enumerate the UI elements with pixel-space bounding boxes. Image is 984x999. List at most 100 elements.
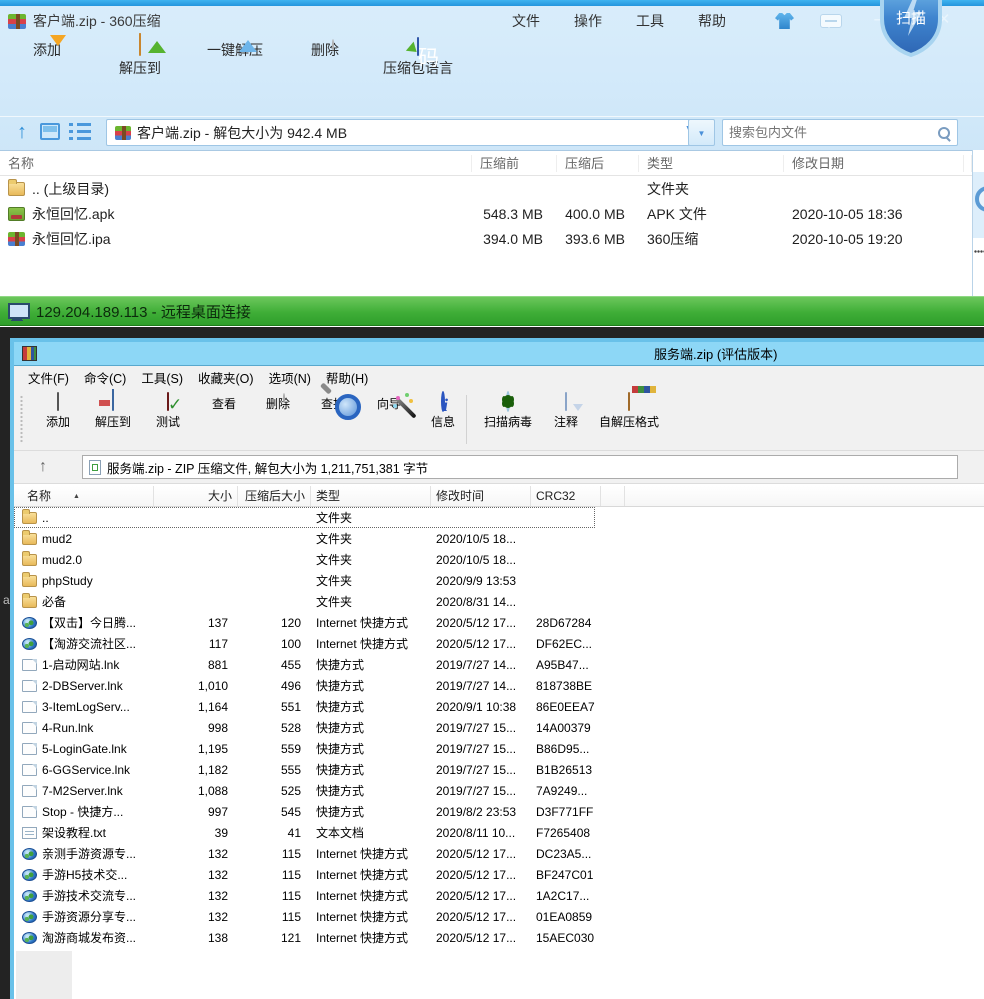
address-dropdown-button[interactable] xyxy=(688,119,715,146)
scan-shield-button[interactable]: 扫描 xyxy=(874,0,948,60)
toolbar-button[interactable]: 解压到 xyxy=(95,38,185,78)
feedback-icon[interactable] xyxy=(820,14,842,28)
winrar-window: 服务端.zip (评估版本) 文件(F) 命令(C) 工具(S) 收藏夹(O) 选项(N… xyxy=(10,338,984,999)
list-item[interactable]: 手游资源分享专... 132 115 Internet 快捷方式 2020/5/… xyxy=(14,906,984,927)
address-field[interactable]: 客户端.zip - 解包大小为 942.4 MB V xyxy=(106,119,706,146)
list-item[interactable]: 淘游商城发布资... 138 121 Internet 快捷方式 2020/5/… xyxy=(14,927,984,948)
list-item[interactable]: 手游H5技术交... 132 115 Internet 快捷方式 2020/5/… xyxy=(14,864,984,885)
column-header-type[interactable]: 类型 xyxy=(639,155,784,172)
menu-item[interactable]: 帮助 xyxy=(698,11,726,31)
file-size: 1,182 xyxy=(154,763,238,777)
list-item[interactable]: .. 文件夹 xyxy=(14,507,984,528)
file-mtime: 2020/9/9 13:53 xyxy=(431,574,531,588)
toolbar-button[interactable]: 信息 xyxy=(415,393,471,430)
toolbar-button-icon xyxy=(441,391,445,412)
menu-item[interactable]: 工具 xyxy=(636,11,664,31)
menu-item[interactable]: 帮助(H) xyxy=(326,368,368,387)
list-item[interactable]: 4-Run.lnk 998 528 快捷方式 2019/7/27 15... 1… xyxy=(14,717,984,738)
file-icon xyxy=(22,806,37,818)
list-item[interactable]: phpStudy 文件夹 2020/9/9 13:53 xyxy=(14,570,984,591)
win360-rows: .. (上级目录) 文件夹 永恒回忆.apk 548.3 MB 400.0 MB… xyxy=(0,176,972,251)
file-icon xyxy=(22,764,37,776)
column-header-mtime[interactable]: 修改时间 xyxy=(431,486,531,506)
column-header-packed[interactable]: 压缩后大小 xyxy=(238,486,311,506)
toolbar-button-icon xyxy=(167,392,169,411)
ellipsis-icon xyxy=(974,250,984,253)
toolbar-button-icon xyxy=(112,392,114,411)
toolbar-button[interactable]: 压缩包语言 xyxy=(373,38,463,78)
toolbar-button[interactable]: 注释 xyxy=(538,393,594,430)
file-icon xyxy=(8,232,25,246)
file-crc32: 86E0EEA7 xyxy=(531,700,601,714)
file-name: 【双击】今日腾... xyxy=(42,614,154,631)
list-item[interactable]: 架设教程.txt 39 41 文本文档 2020/8/11 10... F726… xyxy=(14,822,984,843)
toolbar-button[interactable]: 向导 xyxy=(361,393,417,412)
list-item[interactable]: 1-启动网站.lnk 881 455 快捷方式 2019/7/27 14... … xyxy=(14,654,984,675)
column-header-crc[interactable]: CRC32 xyxy=(531,486,601,506)
file-icon xyxy=(8,182,25,196)
file-type: 文本文档 xyxy=(311,824,431,841)
list-item[interactable]: 永恒回忆.ipa 394.0 MB 393.6 MB 360压缩 2020-10… xyxy=(0,226,972,251)
search-icon[interactable] xyxy=(937,126,951,140)
list-item[interactable]: 【双击】今日腾... 137 120 Internet 快捷方式 2020/5/… xyxy=(14,612,984,633)
list-item[interactable]: 手游技术交流专... 132 115 Internet 快捷方式 2020/5/… xyxy=(14,885,984,906)
toolbar-button[interactable]: 测试 xyxy=(140,393,196,430)
list-item[interactable]: 7-M2Server.lnk 1,088 525 快捷方式 2019/7/27 … xyxy=(14,780,984,801)
search-input[interactable] xyxy=(729,125,937,140)
column-header-name[interactable]: 名称 xyxy=(8,155,472,172)
list-item[interactable]: 5-LoginGate.lnk 1,195 559 快捷方式 2019/7/27… xyxy=(14,738,984,759)
address-field[interactable]: 服务端.zip - ZIP 压缩文件, 解包大小为 1,211,751,381 … xyxy=(82,455,958,479)
file-name: 架设教程.txt xyxy=(42,824,154,841)
list-item[interactable]: Stop - 快捷方... 997 545 快捷方式 2019/8/2 23:5… xyxy=(14,801,984,822)
toolbar-button[interactable]: 删除 xyxy=(250,393,306,412)
column-header-before[interactable]: 压缩前 xyxy=(472,155,557,172)
up-level-icon[interactable] xyxy=(10,120,34,144)
view-mode-icon[interactable] xyxy=(40,123,60,140)
toolbar-button[interactable]: 解压到 xyxy=(85,393,141,430)
list-item[interactable]: 必备 文件夹 2020/8/31 14... xyxy=(14,591,984,612)
skin-icon[interactable] xyxy=(775,13,794,29)
column-header-size[interactable]: 大小 xyxy=(154,486,238,506)
list-item[interactable]: 3-ItemLogServ... 1,164 551 快捷方式 2020/9/1… xyxy=(14,696,984,717)
file-mtime: 2020/8/11 10... xyxy=(431,826,531,840)
toolbar-button[interactable]: 自解压格式 xyxy=(589,393,669,430)
list-item[interactable]: mud2.0 文件夹 2020/10/5 18... xyxy=(14,549,984,570)
toolbar-button[interactable]: 一键解压 xyxy=(190,38,280,60)
up-level-icon[interactable] xyxy=(28,455,58,479)
list-item[interactable]: 2-DBServer.lnk 1,010 496 快捷方式 2019/7/27 … xyxy=(14,675,984,696)
menu-item[interactable]: 工具(S) xyxy=(141,368,183,387)
file-name: mud2 xyxy=(42,532,154,546)
file-type: 文件夹 xyxy=(311,593,431,610)
toolbar-button[interactable]: 扫描病毒 xyxy=(480,393,536,430)
toolbar-button[interactable]: 查找 xyxy=(305,393,361,412)
column-header-date[interactable]: 修改日期 xyxy=(784,155,964,172)
menu-item[interactable]: 文件 xyxy=(512,11,540,31)
column-header-after[interactable]: 压缩后 xyxy=(557,155,639,172)
list-item[interactable]: mud2 文件夹 2020/10/5 18... xyxy=(14,528,984,549)
toolbar-button[interactable]: 查看 xyxy=(196,393,252,412)
file-icon xyxy=(22,575,37,587)
winrar-titlebar[interactable]: 服务端.zip (评估版本) xyxy=(14,342,984,366)
file-icon xyxy=(22,848,37,860)
file-mtime: 2020/5/12 17... xyxy=(431,616,531,630)
win360-addressbar: 客户端.zip - 解包大小为 942.4 MB V xyxy=(0,116,984,150)
list-item[interactable]: 永恒回忆.apk 548.3 MB 400.0 MB APK 文件 2020-1… xyxy=(0,201,972,226)
file-mtime: 2019/7/27 15... xyxy=(431,784,531,798)
menu-item[interactable]: 收藏夹(O) xyxy=(198,368,254,387)
menu-item[interactable]: 选项(N) xyxy=(269,368,311,387)
toolbar-button[interactable]: 添加 xyxy=(2,38,92,60)
list-item[interactable]: 【淘游交流社区... 117 100 Internet 快捷方式 2020/5/… xyxy=(14,633,984,654)
column-header-type[interactable]: 类型 xyxy=(311,486,431,506)
menu-item[interactable]: 文件(F) xyxy=(28,368,69,387)
toolbar-button[interactable]: 删除 xyxy=(280,38,370,60)
menu-item[interactable]: 命令(C) xyxy=(84,368,126,387)
list-item[interactable]: 亲测手游资源专... 132 115 Internet 快捷方式 2020/5/… xyxy=(14,843,984,864)
rdp-titlebar[interactable]: 129.204.189.113 - 远程桌面连接 xyxy=(0,296,984,326)
list-mode-icon[interactable] xyxy=(69,123,91,140)
column-header-name[interactable]: 名称 xyxy=(22,486,154,506)
file-size: 132 xyxy=(154,847,238,861)
list-item[interactable]: .. (上级目录) 文件夹 xyxy=(0,176,972,201)
toolbar-button[interactable]: 添加 xyxy=(30,393,86,430)
list-item[interactable]: 6-GGService.lnk 1,182 555 快捷方式 2019/7/27… xyxy=(14,759,984,780)
menu-item[interactable]: 操作 xyxy=(574,11,602,31)
